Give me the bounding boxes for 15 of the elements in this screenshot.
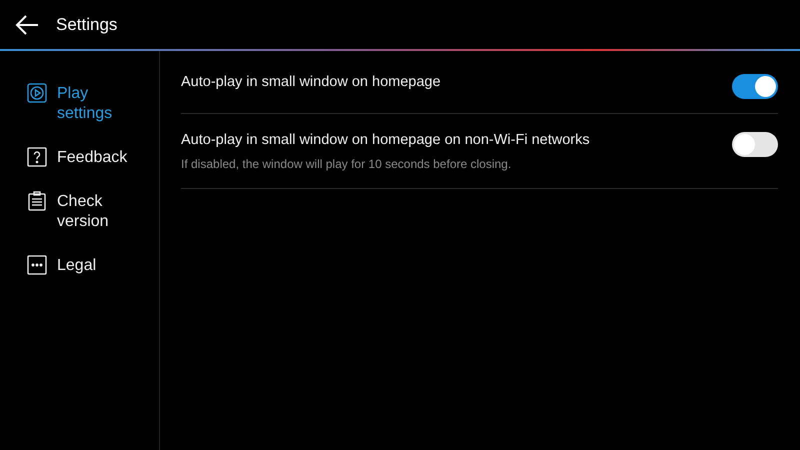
toggle-switch[interactable] [732, 74, 778, 99]
back-icon[interactable] [15, 14, 39, 34]
play-icon [27, 83, 47, 103]
sidebar-item[interactable]: Legal [0, 255, 137, 276]
sidebar-item[interactable]: Feedback [0, 147, 137, 168]
setting-label: Auto-play in small window on homepage on non-Wi-Fi networks [181, 132, 590, 148]
sidebar-item[interactable]: Check version [0, 191, 137, 232]
screen-title: Settings [56, 14, 118, 34]
question-icon [27, 147, 47, 167]
clipboard-icon [27, 191, 47, 211]
sidebar-item[interactable]: Play settings [0, 83, 137, 124]
setting-label: Auto-play in small window on homepage [181, 74, 441, 90]
setting-description: If disabled, the window will play for 10 seconds before closing. [181, 157, 512, 171]
more-icon [27, 255, 47, 275]
toggle-switch[interactable] [732, 132, 778, 157]
